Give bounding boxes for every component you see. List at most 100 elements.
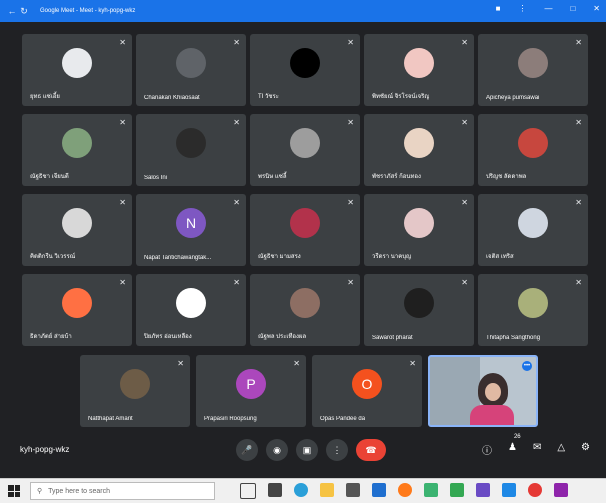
camera-icon[interactable]: ◉ — [266, 439, 288, 461]
participant-tile[interactable]: ✕ ณัฐพล ประเทืองผล — [250, 274, 360, 346]
photos-icon[interactable] — [424, 483, 438, 497]
task-view-icon[interactable] — [240, 483, 256, 499]
file-explorer-icon[interactable] — [320, 483, 334, 497]
people-icon[interactable]: ♟ 26 — [508, 434, 521, 457]
participant-name: ธิดาภัตย์ ส่ายบ้า — [30, 334, 72, 340]
mic-muted-icon: ✕ — [575, 198, 582, 207]
end-call-icon[interactable]: ☎ — [356, 439, 386, 461]
restore-icon[interactable]: □ — [570, 4, 575, 13]
avatar — [290, 287, 320, 318]
self-video-shirt — [470, 405, 514, 425]
back-arrow-icon[interactable]: ← — [6, 6, 18, 16]
participant-tile[interactable]: ✕ คิดติกรีน วิเวรรณ์ — [22, 194, 132, 266]
participant-name: วรีดรา นาคบุญ — [372, 254, 412, 260]
mic-muted-icon: ✕ — [347, 38, 354, 47]
participant-tile[interactable]: ✕ ปริญช ลัดดาพล — [478, 114, 588, 186]
mic-muted-icon: ✕ — [575, 38, 582, 47]
participant-tile[interactable]: ✕ ยุทธ แซ่เอี้ย — [22, 34, 132, 106]
app-icon-2[interactable] — [554, 483, 568, 497]
mic-icon[interactable]: 🎤 — [236, 439, 258, 461]
mic-muted-icon: ✕ — [233, 198, 240, 207]
participant-tile[interactable]: ✕ ธิดาภัตย์ ส่ายบ้า — [22, 274, 132, 346]
more-vert-icon[interactable]: ⋮ — [518, 4, 526, 13]
app-icon[interactable] — [476, 483, 490, 497]
participant-name: TI วัชระ — [258, 94, 279, 100]
participant-tile[interactable]: ✕ พิทชัยณ์ จิรโรจน์เจริญ — [364, 34, 474, 106]
self-view-tile[interactable]: ••• — [428, 355, 538, 427]
participant-tile[interactable]: ✕ Salos Ini — [136, 114, 246, 186]
search-icon: ⚲ — [37, 488, 43, 495]
meet-icon[interactable] — [450, 483, 464, 497]
avatar — [176, 47, 206, 78]
participant-tile[interactable]: ✕ ณัฐธิชา เจียนดี — [22, 114, 132, 186]
more-options-icon[interactable]: ⋮ — [326, 439, 348, 461]
avatar — [404, 287, 434, 318]
participant-tile[interactable]: ✕ Chanakan Khiaosaat — [136, 34, 246, 106]
avatar — [518, 47, 548, 78]
participants-count: 26 — [513, 434, 521, 440]
mic-muted-icon: ✕ — [119, 38, 126, 47]
participant-tile[interactable]: ✕ N Napat Tantichawangtak... — [136, 194, 246, 266]
mic-muted-icon: ✕ — [233, 38, 240, 47]
participant-tile[interactable]: ✕ Apicheya pumsawai — [478, 34, 588, 106]
info-icon[interactable]: ⓘ — [482, 442, 492, 457]
mic-muted-icon: ✕ — [293, 359, 300, 368]
avatar — [120, 368, 150, 399]
avatar — [62, 207, 92, 238]
present-icon[interactable]: ▣ — [296, 439, 318, 461]
profile-icon[interactable]: ■ — [496, 4, 501, 13]
participant-tile[interactable]: ✕ Natthapat Amarit — [80, 355, 190, 427]
participant-tile[interactable]: ✕ O Opas Pandee da — [312, 355, 422, 427]
participant-name: Prapasiri Roopsung — [204, 416, 257, 422]
taskbar-search-input[interactable]: ⚲ Type here to search — [30, 482, 215, 500]
participant-tile[interactable]: ✕ P Prapasiri Roopsung — [196, 355, 306, 427]
reload-icon[interactable]: ↻ — [18, 6, 30, 17]
participant-name: เจติส เทริส — [486, 254, 514, 260]
host-controls-icon[interactable]: ⚙ — [581, 442, 590, 457]
meeting-code: kyh-popg-wkz — [20, 445, 70, 454]
activities-icon[interactable]: △ — [557, 442, 565, 457]
meeting-side-controls: ⓘ ♟ 26 ✉ △ ⚙ — [482, 434, 590, 457]
participant-tile[interactable]: ✕ พัชราภัสร์ ก้อนทอง — [364, 114, 474, 186]
widgets-icon[interactable] — [268, 483, 282, 497]
store-icon[interactable] — [346, 483, 360, 497]
mic-muted-icon: ✕ — [233, 118, 240, 127]
chat-icon[interactable]: ✉ — [533, 442, 541, 457]
participant-name: ปิยภัทร อ่อนเหลือง — [144, 334, 192, 340]
participant-tile[interactable]: ✕ ณัฐธิชา มามสรง — [250, 194, 360, 266]
mail-icon[interactable] — [502, 483, 516, 497]
mic-muted-icon: ✕ — [177, 359, 184, 368]
participant-name: Sawarot pharat — [372, 335, 413, 341]
window-titlebar: ← ↻ Google Meet - Meet - kyh-popg-wkz ■ … — [0, 0, 606, 22]
mic-muted-icon: ✕ — [461, 198, 468, 207]
close-icon[interactable]: ✕ — [593, 4, 600, 13]
avatar — [62, 127, 92, 158]
participant-name: พัชราภัสร์ ก้อนทอง — [372, 174, 421, 180]
participant-tile[interactable]: ✕ เจติส เทริส — [478, 194, 588, 266]
windows-start-icon[interactable] — [8, 485, 20, 497]
participant-name: ณัฐพล ประเทืองผล — [258, 334, 307, 340]
window-controls: ■ ⋮ — □ ✕ — [496, 4, 600, 13]
chrome-icon[interactable] — [528, 483, 542, 497]
dropbox-icon[interactable] — [372, 483, 386, 497]
edge-icon[interactable] — [294, 483, 308, 497]
participant-tile[interactable]: ✕ พรนิษ แซ่ลี้ — [250, 114, 360, 186]
firefox-icon[interactable] — [398, 483, 412, 497]
minimize-icon[interactable]: — — [544, 4, 552, 13]
mic-muted-icon: ✕ — [119, 118, 126, 127]
participant-tile[interactable]: ✕ ปิยภัทร อ่อนเหลือง — [136, 274, 246, 346]
avatar — [290, 207, 320, 238]
participant-name: คิดติกรีน วิเวรรณ์ — [30, 254, 76, 260]
taskbar-apps — [240, 483, 568, 499]
participant-name: ณัฐธิชา มามสรง — [258, 254, 301, 260]
participant-tile[interactable]: ✕ TI วัชระ — [250, 34, 360, 106]
participant-tile[interactable]: ✕ Thitapha Sangthong — [478, 274, 588, 346]
mic-muted-icon: ✕ — [409, 359, 416, 368]
participant-tile[interactable]: ✕ Sawarot pharat — [364, 274, 474, 346]
mic-muted-icon: ✕ — [347, 118, 354, 127]
avatar — [290, 47, 320, 78]
participant-tile[interactable]: ✕ วรีดรา นาคบุญ — [364, 194, 474, 266]
mic-muted-icon: ✕ — [461, 278, 468, 287]
self-view-menu-badge[interactable]: ••• — [522, 361, 532, 371]
avatar — [62, 47, 92, 78]
